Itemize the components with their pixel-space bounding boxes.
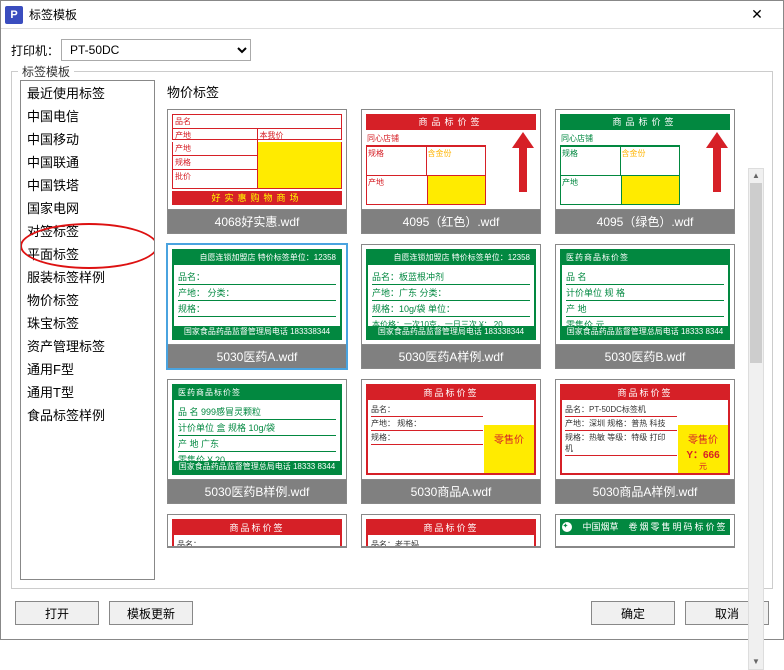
sidebar-item[interactable]: 通用T型	[21, 380, 154, 403]
category-sidebar: 最近使用标签中国电信中国移动中国联通中国铁塔国家电网对签标签平面标签服装标签样例…	[20, 80, 155, 580]
sidebar-item[interactable]: 平面标签	[21, 242, 154, 265]
templates-scroll[interactable]: 品名产地本我价产地规格批价好实惠购物商场4068好实惠.wdf商品标价签同心店铺…	[163, 109, 764, 580]
sidebar-item[interactable]: 资产管理标签	[21, 334, 154, 357]
sidebar-item[interactable]: 服装标签样例	[21, 265, 154, 288]
sidebar-item[interactable]: 物价标签	[21, 288, 154, 311]
sidebar-item[interactable]: 珠宝标签	[21, 311, 154, 334]
template-caption: 5030医药A.wdf	[168, 345, 346, 368]
template-caption: 4095（绿色）.wdf	[556, 210, 734, 233]
template-card[interactable]: 商品标价签同心店铺规格含金份产地4095（红色）.wdf	[361, 109, 541, 234]
template-card[interactable]: 医药商品标价签品 名计价单位 规 格产 地零售价 元国家食品药品监督管理总局电话…	[555, 244, 735, 369]
templates-heading: 物价标签	[163, 80, 764, 109]
template-card[interactable]: 商品标价签同心店铺规格含金份产地4095（绿色）.wdf	[555, 109, 735, 234]
sidebar-item[interactable]: 中国移动	[21, 127, 154, 150]
sidebar-item[interactable]: 最近使用标签	[21, 81, 154, 104]
sidebar-item[interactable]: 中国联通	[21, 150, 154, 173]
ok-button[interactable]: 确定	[591, 601, 675, 625]
open-button[interactable]: 打开	[15, 601, 99, 625]
template-card[interactable]: ✦中国烟草卷烟零售明码标价签	[555, 514, 735, 548]
close-button[interactable]: ✕	[735, 1, 779, 29]
sidebar-item[interactable]: 通用F型	[21, 357, 154, 380]
template-card[interactable]: 自愿连锁加盟店 特价标签单位：12358品名：板蓝根冲剂产地：广东 分类：规格：…	[361, 244, 541, 369]
template-card[interactable]: 商品标价签品名：PT-50DC标签机产地：深圳 规格：普热 科技规格：热敏 等级…	[555, 379, 735, 504]
sidebar-item[interactable]: 对签标签	[21, 219, 154, 242]
template-card[interactable]: 商品标价签品名：	[167, 514, 347, 548]
app-logo-icon: P	[5, 6, 23, 24]
fieldset-legend: 标签模板	[18, 63, 74, 80]
template-caption: 5030医药B.wdf	[556, 345, 734, 368]
template-caption: 5030医药B样例.wdf	[168, 480, 346, 503]
template-card[interactable]: 医药商品标价签品 名 999感冒灵颗粒计价单位 盒 规格 10g/袋产 地 广东…	[167, 379, 347, 504]
sidebar-item[interactable]: 食品标签样例	[21, 403, 154, 426]
template-caption: 4095（红色）.wdf	[362, 210, 540, 233]
template-card[interactable]: 商品标价签品名：产地： 规格：规格：零售价5030商品A.wdf	[361, 379, 541, 504]
printer-select[interactable]: PT-50DC	[61, 39, 251, 61]
template-caption: 5030医药A样例.wdf	[362, 345, 540, 368]
sidebar-item[interactable]: 中国铁塔	[21, 173, 154, 196]
template-card[interactable]: 自愿连锁加盟店 特价标签单位：12358品名：产地： 分类：规格：元国家食品药品…	[167, 244, 347, 369]
template-caption: 5030商品A.wdf	[362, 480, 540, 503]
sidebar-item[interactable]: 中国电信	[21, 104, 154, 127]
vertical-scrollbar[interactable]: ▲ ▼	[748, 168, 764, 670]
printer-label: 打印机：	[11, 42, 61, 59]
template-card[interactable]: 品名产地本我价产地规格批价好实惠购物商场4068好实惠.wdf	[167, 109, 347, 234]
template-caption: 5030商品A样例.wdf	[556, 480, 734, 503]
sidebar-item[interactable]: 国家电网	[21, 196, 154, 219]
update-button[interactable]: 模板更新	[109, 601, 193, 625]
window-title: 标签模板	[29, 6, 735, 23]
template-card[interactable]: 商品标价签品名：老干妈	[361, 514, 541, 548]
template-caption: 4068好实惠.wdf	[168, 210, 346, 233]
